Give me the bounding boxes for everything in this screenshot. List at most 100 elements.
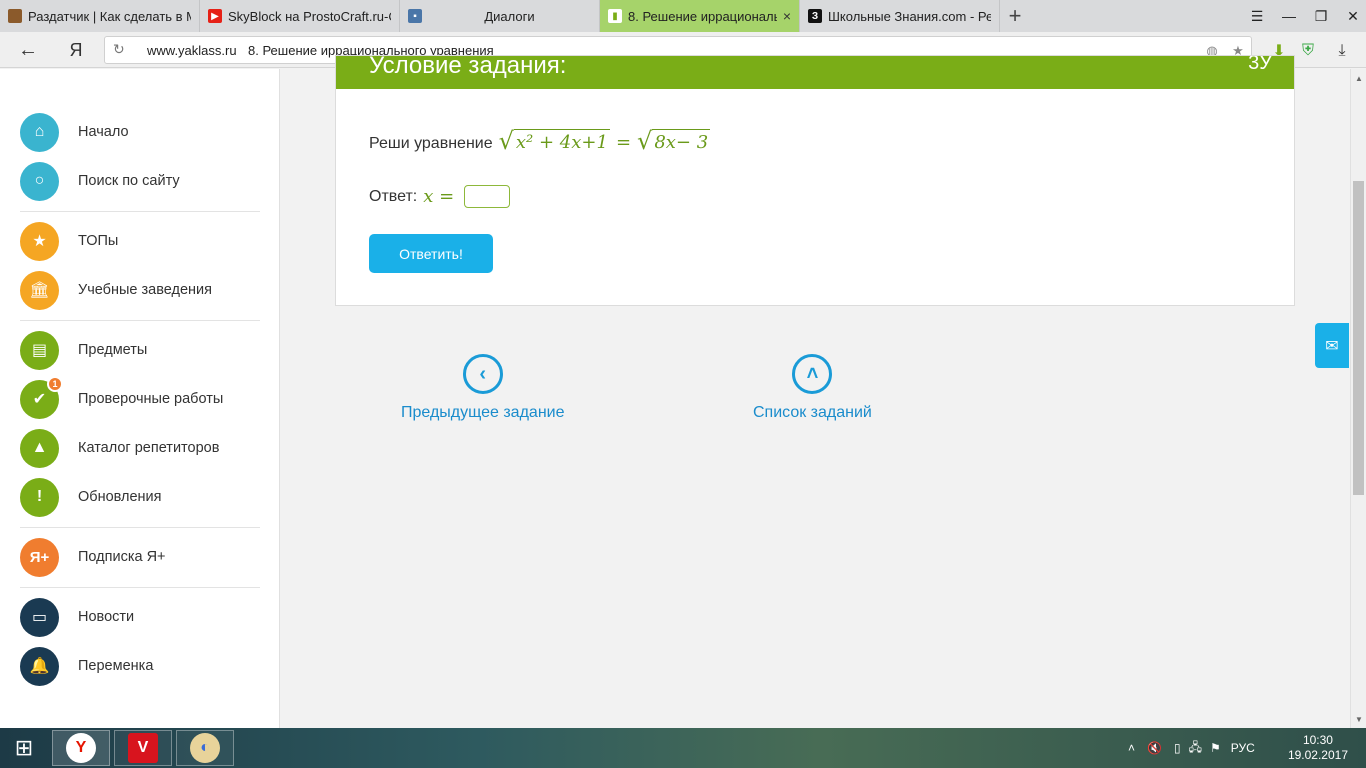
volume-muted-icon[interactable]: 🔇 bbox=[1147, 741, 1162, 755]
tab-5[interactable]: З Школьные Знания.com - Ре bbox=[800, 0, 1000, 32]
znanija-icon: З bbox=[808, 9, 822, 23]
url-domain: www.yaklass.ru bbox=[147, 43, 237, 58]
sidebar-item-label: Переменка bbox=[78, 658, 154, 674]
sidebar-item-label: ТОПы bbox=[78, 233, 119, 249]
windows-taskbar: ⊞ Y V ◐ ˄ 🔇 ▯ 🖧 ⚑ РУС 10:30 19.02.2017 bbox=[0, 728, 1366, 768]
sidebar-divider bbox=[20, 527, 260, 528]
sidebar-item-break[interactable]: 🔔 Переменка bbox=[20, 646, 260, 686]
protect-shield-icon[interactable]: ⛨ bbox=[1297, 40, 1319, 62]
taskbar-paint[interactable]: ◐ bbox=[176, 730, 234, 766]
tab-bar: Раздатчик | Как сделать в М ▶ SkyBlock на… bbox=[0, 0, 1366, 32]
radical-sign: √ bbox=[498, 127, 514, 155]
network-icon[interactable]: 🖧 bbox=[1189, 738, 1202, 759]
previous-task-label: Предыдущее задание bbox=[401, 404, 565, 421]
sidebar-item-label: Поиск по сайту bbox=[78, 173, 180, 189]
task-card-title: Условие задания: bbox=[369, 56, 567, 79]
page-scrollbar[interactable]: ▲ ▼ bbox=[1350, 69, 1366, 728]
open-book-icon: ▮ bbox=[608, 9, 622, 23]
taskbar-yandex-browser[interactable]: Y bbox=[52, 730, 110, 766]
book-icon: ▤ bbox=[20, 330, 59, 370]
exclamation-icon: ! bbox=[20, 477, 59, 517]
check-icon: ✔ 1 bbox=[20, 375, 63, 419]
sidebar-item-schools[interactable]: 🏛 Учебные заведения bbox=[20, 270, 260, 310]
lhs-sqrt: √ x² + 4x+1 bbox=[499, 129, 610, 153]
previous-task-link[interactable]: ‹ Предыдущее задание bbox=[401, 354, 564, 422]
sidebar-item-news[interactable]: ▭ Новости bbox=[20, 597, 260, 637]
tab-label: Школьные Знания.com - Ре bbox=[828, 8, 991, 24]
feedback-mail-button[interactable]: ✉ bbox=[1315, 323, 1349, 368]
chat-icon: ▪ bbox=[408, 9, 422, 23]
chevron-up-icon: ˄ bbox=[792, 354, 833, 394]
building-icon: 🏛 bbox=[20, 270, 59, 310]
battery-icon[interactable]: ▯ bbox=[1174, 741, 1181, 755]
tab-1[interactable]: Раздатчик | Как сделать в М bbox=[0, 0, 200, 32]
task-list-link[interactable]: ˄ Список заданий bbox=[753, 354, 872, 422]
tab-4-active[interactable]: ▮ 8. Решение иррациональ × bbox=[600, 0, 800, 32]
tab-label: Диалоги bbox=[484, 8, 535, 24]
tab-close-icon[interactable]: × bbox=[783, 8, 791, 24]
sidebar-item-subjects[interactable]: ▤ Предметы bbox=[20, 330, 260, 370]
tab-2[interactable]: ▶ SkyBlock на ProstoCraft.ru-С bbox=[200, 0, 400, 32]
envelope-icon: ✉ bbox=[1325, 337, 1339, 355]
reload-icon[interactable]: ↻ bbox=[113, 41, 125, 58]
sidebar-item-label: Предметы bbox=[78, 342, 148, 358]
lhs-radicand: x² + 4x+1 bbox=[513, 129, 610, 153]
notification-flag-icon[interactable]: ⚑ bbox=[1210, 741, 1221, 755]
sidebar-item-tests[interactable]: ✔ 1 Проверочные работы bbox=[20, 375, 260, 419]
task-card: Условие задания: 3У Реши уравнение √ x² +… bbox=[335, 55, 1295, 306]
menu-icon[interactable]: ☰ bbox=[1244, 0, 1270, 32]
close-icon[interactable]: ✕ bbox=[1340, 0, 1366, 32]
taskbar-app-2[interactable]: V bbox=[114, 730, 172, 766]
sidebar-item-tutors[interactable]: ▲ Каталог репетиторов bbox=[20, 428, 260, 468]
task-card-header: Условие задания: 3У bbox=[336, 56, 1294, 89]
rhs-sqrt: √ 8x− 3 bbox=[637, 127, 711, 155]
tab-label: 8. Решение иррациональ bbox=[628, 8, 777, 24]
minimize-icon[interactable]: — bbox=[1276, 0, 1302, 32]
yandex-logo-icon[interactable]: Я bbox=[66, 38, 86, 62]
sidebar-item-home[interactable]: ⌂ Начало bbox=[20, 112, 260, 152]
sidebar-divider bbox=[20, 320, 260, 321]
sidebar-divider bbox=[20, 211, 260, 212]
clock-time: 10:30 bbox=[1302, 733, 1333, 747]
scroll-thumb[interactable] bbox=[1353, 181, 1364, 495]
sidebar-item-label: Начало bbox=[78, 124, 129, 140]
sidebar-item-search[interactable]: ○ Поиск по сайту bbox=[20, 161, 260, 201]
tray-expand-icon[interactable]: ˄ bbox=[1128, 741, 1135, 755]
windows-start-icon[interactable]: ⊞ bbox=[8, 734, 40, 762]
task-prefix: Реши уравнение bbox=[369, 135, 493, 152]
sidebar-item-label: Учебные заведения bbox=[78, 282, 212, 298]
restore-icon[interactable]: ❐ bbox=[1308, 0, 1334, 32]
sidebar-item-subscription[interactable]: Я+ Подписка Я+ bbox=[20, 537, 260, 577]
tab-label: Раздатчик | Как сделать в М bbox=[28, 8, 191, 24]
scroll-down-arrow-icon[interactable]: ▼ bbox=[1351, 712, 1366, 726]
red-app-icon: V bbox=[128, 733, 158, 763]
speech-bubble-icon: ▭ bbox=[20, 597, 59, 637]
back-arrow-icon[interactable]: ← bbox=[16, 38, 40, 62]
yaplus-icon: Я+ bbox=[20, 537, 59, 577]
sidebar-item-tops[interactable]: ★ ТОПы bbox=[20, 221, 260, 261]
search-icon: ○ bbox=[20, 161, 59, 201]
tab-3[interactable]: ▪ Диалоги bbox=[400, 0, 600, 32]
clock[interactable]: 10:30 19.02.2017 bbox=[1288, 733, 1348, 763]
submit-answer-button[interactable]: Ответить! bbox=[369, 234, 493, 273]
tab-label: SkyBlock на ProstoCraft.ru-С bbox=[228, 8, 391, 24]
downloads-icon[interactable]: ⤓ bbox=[1331, 40, 1353, 62]
equals-sign: = bbox=[615, 132, 632, 153]
scroll-up-arrow-icon[interactable]: ▲ bbox=[1351, 71, 1366, 85]
rhs-radicand: 8x− 3 bbox=[652, 129, 711, 153]
paint-palette-icon: ◐ bbox=[190, 733, 220, 763]
sidebar-item-label: Подписка Я+ bbox=[78, 549, 166, 565]
window-controls: ☰ — ❐ ✕ bbox=[1238, 0, 1366, 32]
new-tab-button[interactable]: + bbox=[1000, 0, 1030, 32]
radical-sign: √ bbox=[637, 127, 653, 155]
task-statement: Реши уравнение √ x² + 4x+1 = √ 8x− 3 bbox=[369, 127, 711, 155]
sidebar-item-label: Новости bbox=[78, 609, 135, 625]
answer-input[interactable] bbox=[464, 185, 511, 208]
sidebar-item-updates[interactable]: ! Обновления bbox=[20, 477, 260, 517]
sidebar-divider bbox=[20, 587, 260, 588]
bell-icon: 🔔 bbox=[20, 646, 59, 686]
book-stack-icon bbox=[8, 9, 22, 23]
keyboard-language[interactable]: РУС bbox=[1231, 741, 1255, 755]
youtube-icon: ▶ bbox=[208, 9, 222, 23]
sidebar-item-label: Каталог репетиторов bbox=[78, 440, 220, 456]
